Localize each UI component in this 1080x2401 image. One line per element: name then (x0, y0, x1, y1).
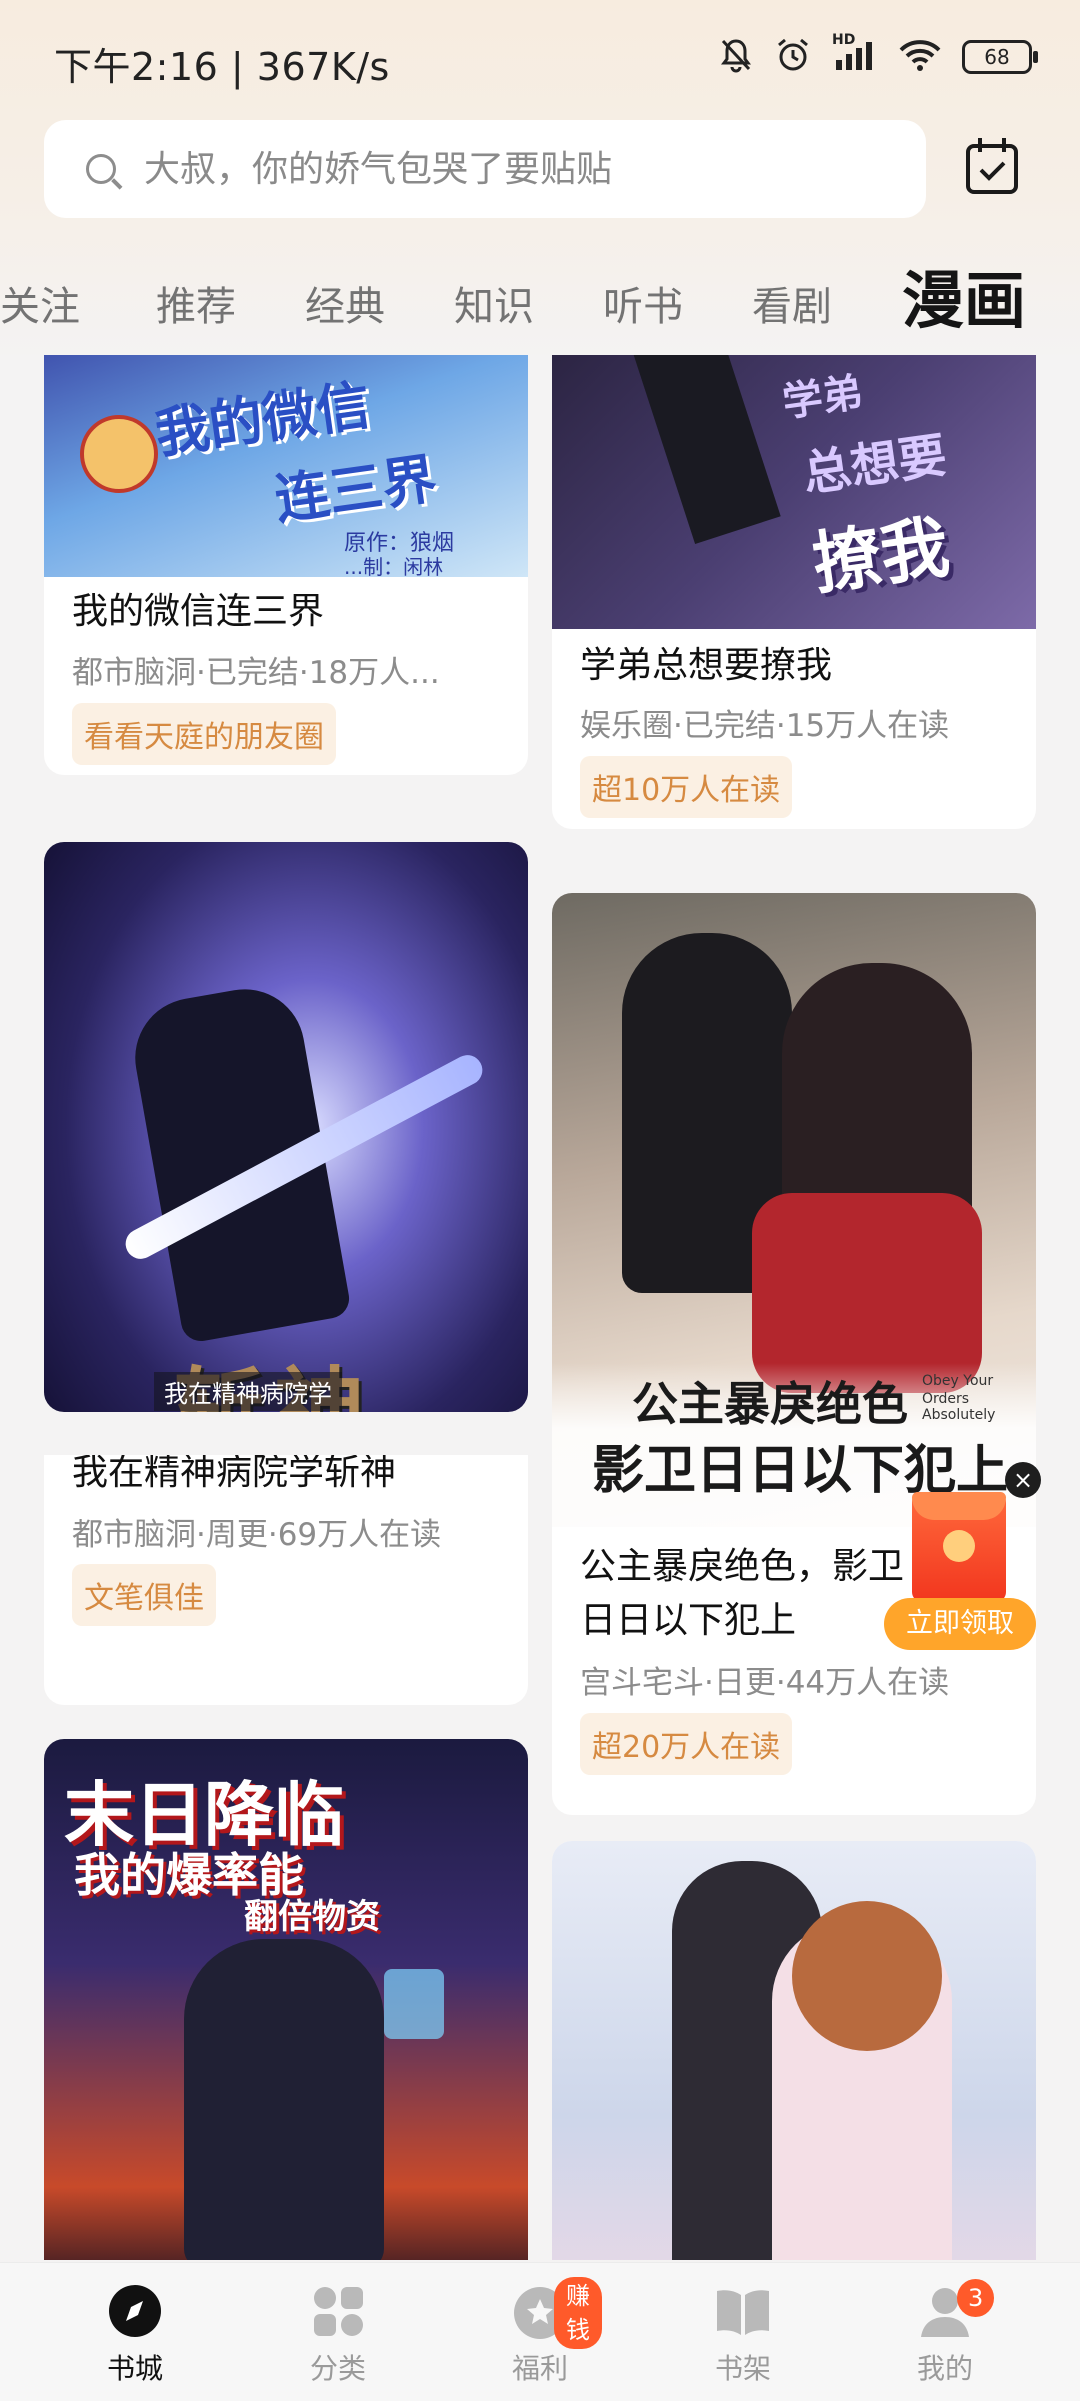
nav-label: 书城 (106, 2352, 163, 2385)
cover-title-art: 总想要 (799, 427, 950, 503)
comic-title: 我的微信连三界 (72, 591, 325, 632)
comic-card[interactable]: 斩神 我在精神病院学 (44, 842, 528, 1412)
comic-title: 学弟总想要撩我 (580, 645, 833, 686)
category-grid-icon (308, 2281, 368, 2341)
tab-comics[interactable]: 漫画 (902, 250, 1026, 340)
comic-meta: 宫斗宅斗·日更·44万人在读 (580, 1665, 950, 1701)
comic-card[interactable]: 末日降临 我的爆率能 翻倍物资 (44, 1739, 528, 2260)
comic-cover-image: 斩神 我在精神病院学 (44, 842, 528, 1412)
character-figure (633, 355, 781, 545)
compass-icon (105, 2281, 165, 2341)
nav-welfare[interactable]: 福利 赚钱 (480, 2277, 602, 2387)
search-bar[interactable] (44, 120, 926, 218)
comic-meta: 娱乐圈·已完结·15万人在读 (580, 708, 950, 744)
comic-cover-image (552, 1841, 1036, 2260)
comic-title-line: 公主暴戾绝色，影卫 (580, 1546, 905, 1587)
comic-card[interactable] (552, 1841, 1036, 2260)
character-figure (80, 415, 158, 493)
tab-drama[interactable]: 看剧 (752, 274, 832, 332)
comic-tag: 超20万人在读 (580, 1713, 793, 1775)
comic-tag: 文笔俱佳 (72, 1564, 216, 1626)
nav-label: 我的 (916, 2352, 973, 2385)
cover-credit: ...制：闲林 (344, 555, 444, 577)
alarm-clock-icon (774, 36, 812, 78)
nav-bookshelf[interactable]: 书架 (683, 2281, 803, 2387)
character-figure (184, 1939, 384, 2260)
red-packet-icon[interactable] (912, 1492, 1006, 1602)
nav-label: 分类 (309, 2352, 366, 2385)
comic-tag: 看看天庭的朋友圈 (72, 703, 336, 765)
glowing-item (384, 1969, 444, 2039)
earn-money-badge: 赚钱 (554, 2277, 602, 2349)
close-icon[interactable]: × (1005, 1462, 1041, 1498)
comic-card-info[interactable]: 我在精神病院学斩神 都市脑洞·周更·69万人在读 文笔俱佳 (44, 1455, 528, 1705)
comic-tag: 超10万人在读 (580, 756, 793, 818)
coin-icon (943, 1530, 975, 1562)
comic-cover-image: 我的微信 连三界 原作：狼烟 ...制：闲林 (44, 355, 528, 577)
status-time: 下午2:16 | 367K/s (54, 45, 390, 89)
nav-label: 福利 (511, 2352, 568, 2385)
cover-english-subtitle: Obey Your (922, 1373, 994, 1389)
comic-cover-image: 学弟 总想要 撩我 (552, 355, 1036, 629)
network-type-label: HD (832, 32, 856, 48)
tab-follow[interactable]: 关注 (0, 274, 80, 332)
tab-audiobook[interactable]: 听书 (603, 274, 683, 332)
comic-cover-image: 末日降临 我的爆率能 翻倍物资 (44, 1739, 528, 2260)
comic-cover-image: 公主暴戾绝色 影卫日日以下犯上 Obey Your Orders Absolut… (552, 893, 1036, 1527)
cover-subtitle-art: 我在精神病院学 (154, 1372, 342, 1411)
cover-english-subtitle: Orders Absolutely (922, 1391, 996, 1423)
nav-bookstore[interactable]: 书城 (75, 2281, 195, 2387)
battery-indicator: 68 (962, 40, 1038, 74)
search-icon (86, 154, 116, 184)
cover-title-art: 学弟 (779, 368, 866, 427)
comic-feed: 我的微信 连三界 原作：狼烟 ...制：闲林 我的微信连三界 都市脑洞·已完结·… (0, 355, 1080, 2260)
claim-reward-button[interactable]: 立即领取 (884, 1598, 1036, 1650)
calendar-checkin-icon[interactable] (962, 134, 1022, 198)
tab-recommend[interactable]: 推荐 (156, 274, 236, 332)
cover-title-art: 公主暴戾绝色 (632, 1377, 908, 1431)
mute-bell-icon (718, 37, 754, 77)
comic-title: 我在精神病院学斩神 (72, 1455, 397, 1493)
nav-label: 书架 (714, 2352, 771, 2385)
cover-title-art: 翻倍物资 (244, 1897, 380, 1937)
category-tabs: 关注 推荐 经典 知识 听书 看剧 漫画 (0, 250, 1080, 360)
bottom-navigation: 书城 分类 福利 赚钱 书架 我的 3 (0, 2262, 1080, 2401)
cover-title-art: 撩我 (807, 506, 954, 606)
search-input[interactable] (142, 147, 906, 191)
red-packet-flap (912, 1492, 1006, 1520)
comic-card[interactable]: 学弟 总想要 撩我 学弟总想要撩我 娱乐圈·已完结·15万人在读 超10万人在读 (552, 355, 1036, 829)
nav-category[interactable]: 分类 (278, 2281, 398, 2387)
tab-knowledge[interactable]: 知识 (454, 274, 534, 332)
signal-icon: HD (832, 32, 878, 76)
comic-card[interactable]: 公主暴戾绝色 影卫日日以下犯上 Obey Your Orders Absolut… (552, 893, 1036, 1815)
notification-count-badge: 3 (957, 2279, 995, 2317)
status-icons: HD 68 (718, 32, 1038, 78)
comic-title-line: 日日以下犯上 (580, 1600, 797, 1641)
comic-card[interactable]: 我的微信 连三界 原作：狼烟 ...制：闲林 我的微信连三界 都市脑洞·已完结·… (44, 355, 528, 775)
character-hair (792, 1901, 942, 2051)
tab-classic[interactable]: 经典 (305, 274, 385, 332)
wifi-icon (898, 38, 942, 76)
nav-mine[interactable]: 我的 3 (885, 2279, 1005, 2387)
comic-meta: 都市脑洞·已完结·18万人... (72, 655, 440, 691)
status-bar: 下午2:16 | 367K/s HD 68 (0, 0, 1080, 120)
open-book-icon (713, 2281, 773, 2341)
comic-meta: 都市脑洞·周更·69万人在读 (72, 1517, 442, 1553)
